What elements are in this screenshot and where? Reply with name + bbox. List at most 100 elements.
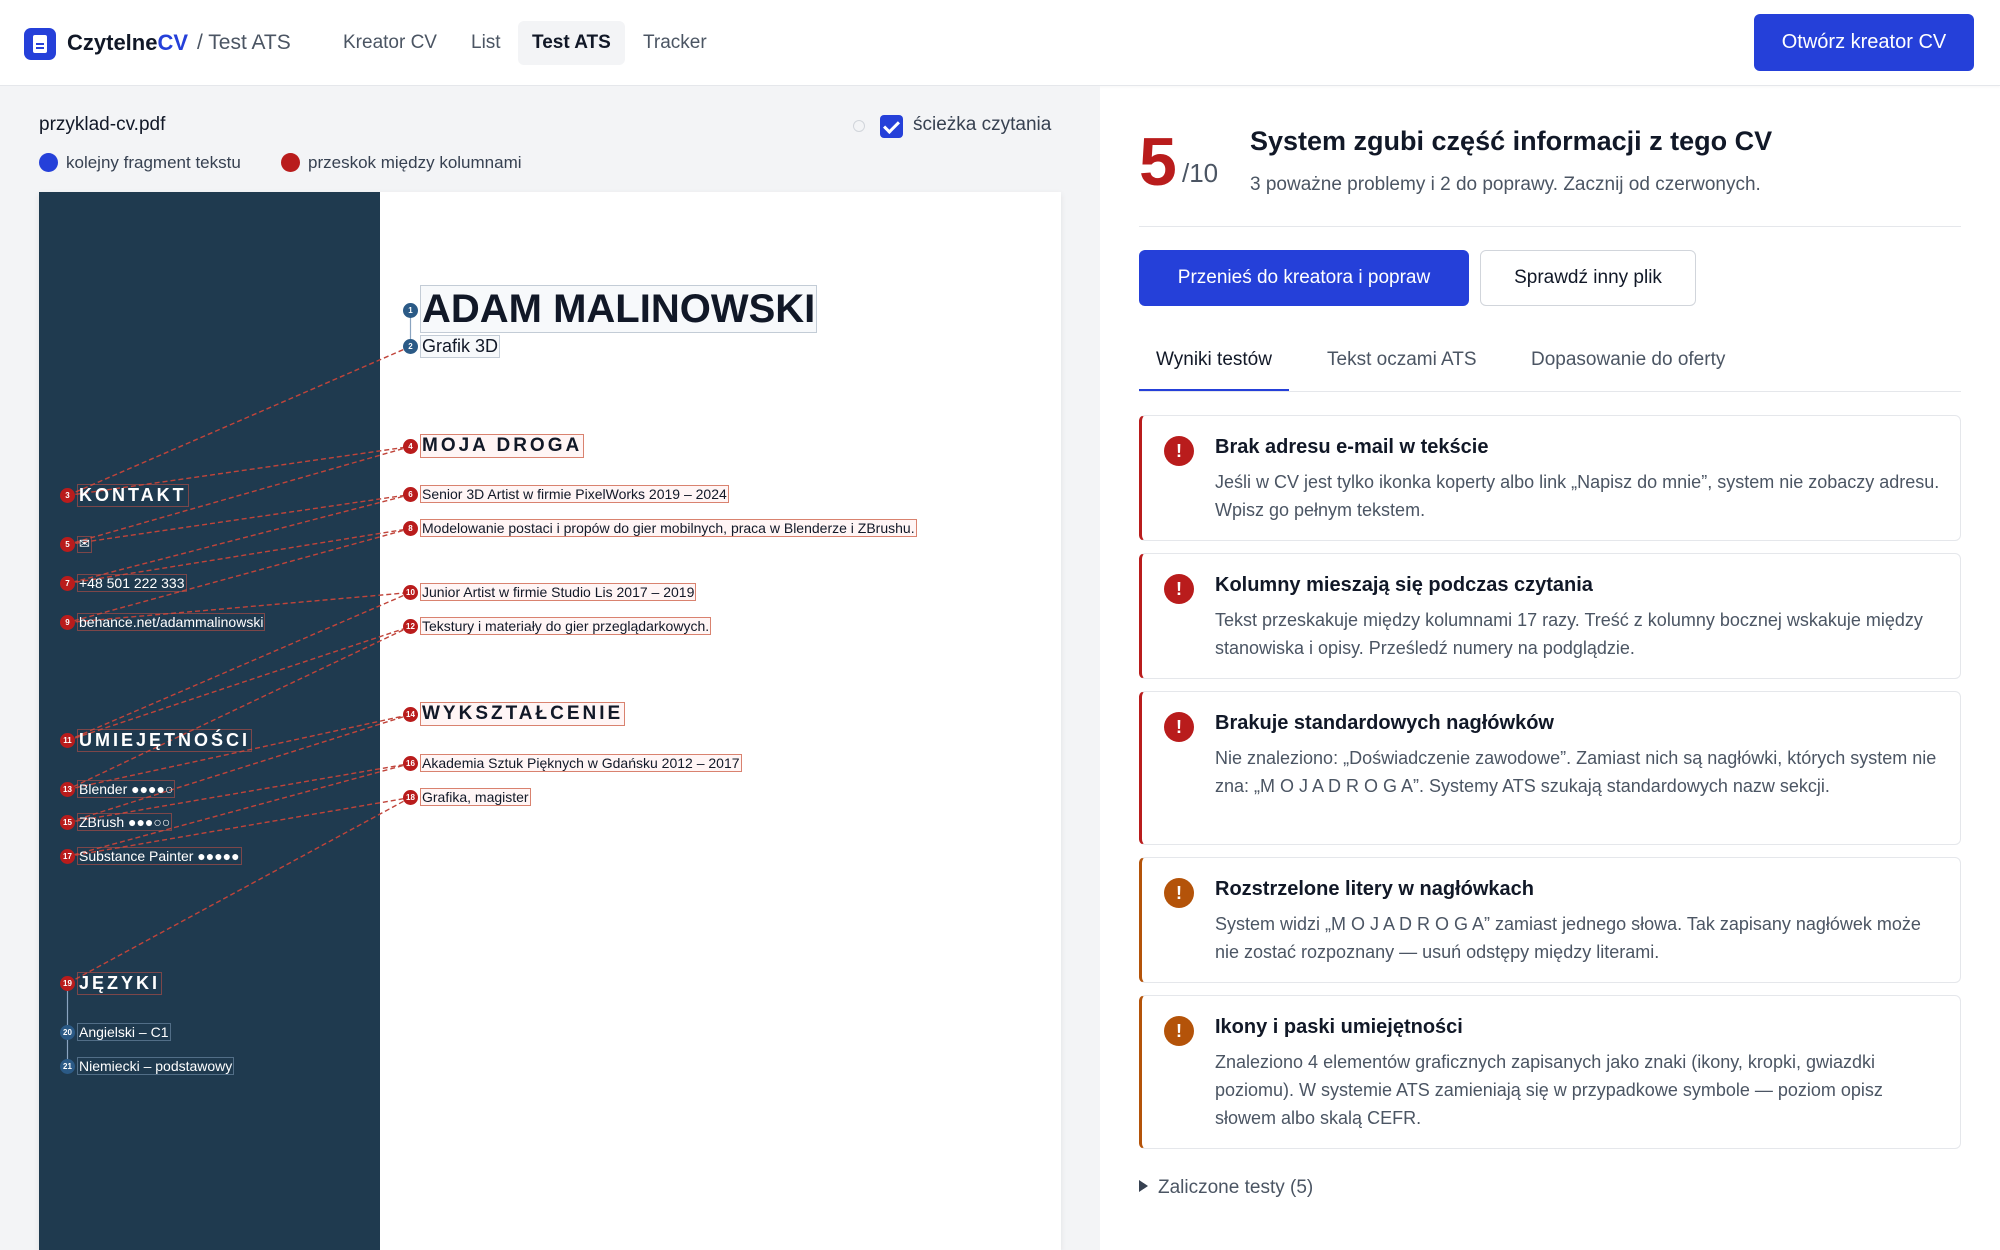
issue-card[interactable]: ! Brakuje standardowych nagłówków Nie znal… [1139, 691, 1961, 845]
score-max: /10 [1182, 158, 1219, 188]
reading-path-segment [67, 345, 411, 497]
result-subtitle: 3 poważne problemy i 2 do poprawy. Zaczn… [1250, 174, 1761, 195]
result-title: System zgubi część informacji z tego CV [1250, 126, 1773, 156]
cv-fragment: ADAM MALINOWSKI [420, 285, 818, 334]
issue-title: Kolumny mieszają się podczas czytania [1215, 574, 1593, 596]
cv-fragment: Angielski – C1 [77, 1023, 171, 1042]
issue-card[interactable]: ! Rozstrzelone litery w nagłówkach System … [1139, 857, 1961, 983]
cv-fragment: JĘZYKI [77, 971, 163, 995]
reading-order-badge: 14 [403, 707, 418, 722]
reading-path-label[interactable]: ścieżka czytania [913, 114, 1051, 136]
reading-order-badge: 7 [60, 576, 75, 591]
alert-icon: ! [1164, 436, 1194, 466]
passed-tests-toggle[interactable]: Zaliczone testy (5) [1139, 1177, 1313, 1199]
issue-card[interactable]: ! Kolumny mieszają się podczas czytania Te… [1139, 553, 1961, 679]
cv-fragment: MOJA DROGA [420, 434, 585, 459]
cv-fragment: UMIEJĘTNOŚCI [77, 728, 253, 752]
reading-order-badge: 20 [60, 1025, 75, 1040]
radio-icon[interactable] [853, 120, 865, 132]
tab-ats-text[interactable]: Tekst oczami ATS [1310, 345, 1494, 391]
reading-path-segment [67, 493, 411, 585]
red-dot-icon [281, 153, 300, 172]
reading-order-badge: 9 [60, 615, 75, 630]
reading-order-badge: 18 [403, 790, 418, 805]
cv-fragment: Blender ●●●●○ [77, 780, 176, 799]
issue-description: Jeśli w CV jest tylko ikonka koperty alb… [1215, 472, 1940, 520]
legend-next: kolejny fragment tekstu [39, 152, 241, 174]
nav-kreator-cv[interactable]: Kreator CV [329, 21, 451, 65]
reading-path-segment [67, 762, 411, 858]
reading-path-segment [67, 625, 411, 742]
triangle-right-icon [1139, 1180, 1148, 1192]
breadcrumb: / Test ATS [197, 31, 291, 54]
issue-title: Rozstrzelone litery w nagłówkach [1215, 878, 1534, 900]
reading-order-badge: 2 [403, 339, 418, 354]
alert-icon: ! [1164, 712, 1194, 742]
issue-title: Brak adresu e-mail w tekście [1215, 436, 1489, 458]
cv-fragment: Grafik 3D [420, 334, 501, 358]
issue-title: Ikony i paski umiejętności [1215, 1016, 1463, 1038]
cv-fragment: behance.net/adammalinowski [77, 613, 266, 632]
reading-path-segment [67, 625, 411, 791]
alert-icon: ! [1164, 878, 1194, 908]
open-creator-button[interactable]: Otwórz kreator CV [1754, 14, 1974, 71]
issue-description: Nie znaleziono: „Doświadczenie zawodowe”… [1215, 748, 1937, 796]
cv-fragment: Junior Artist w firmie Studio Lis 2017 –… [420, 583, 697, 602]
reading-order-badge: 16 [403, 756, 418, 771]
reading-order-badge: 6 [403, 487, 418, 502]
reading-path-checkbox[interactable] [880, 115, 903, 138]
cv-page: 1 ADAM MALINOWSKI 2 Grafik 3D 3 KONTAKT 4 MOJA … [39, 192, 1061, 1250]
score-value: 5 [1139, 124, 1177, 200]
reading-order-badge: 11 [60, 733, 75, 748]
reading-order-badge: 13 [60, 782, 75, 797]
legend-jump: przeskok między kolumnami [281, 152, 522, 174]
issue-card[interactable]: ! Ikony i paski umiejętności Znaleziono 4 … [1139, 995, 1961, 1149]
alert-icon: ! [1164, 1016, 1194, 1046]
document-logo-icon[interactable] [24, 28, 56, 60]
top-navigation: CzytelneCV / Test ATS Kreator CV List Te… [0, 0, 2000, 86]
cv-fragment: ✉ [77, 535, 92, 553]
cv-fragment: Substance Painter ●●●●● [77, 847, 242, 866]
issue-description: Tekst przeskakuje między kolumnami 17 ra… [1215, 610, 1923, 658]
reading-order-badge: 5 [60, 537, 75, 552]
tab-job-match[interactable]: Dopasowanie do oferty [1514, 345, 1742, 391]
cv-preview-panel: przyklad-cv.pdf ścieżka czytania kolejny… [0, 86, 1100, 1250]
reading-order-badge: 3 [60, 488, 75, 503]
nav-list[interactable]: List [457, 21, 515, 65]
issue-card[interactable]: ! Brak adresu e-mail w tekście Jeśli w CV … [1139, 415, 1961, 541]
cv-fragment: Grafika, magister [420, 788, 531, 807]
reading-path-segment [67, 713, 411, 791]
cv-fragment: ZBrush ●●●○○ [77, 813, 173, 832]
divider [1139, 226, 1961, 227]
move-to-creator-button[interactable]: Przenieś do kreatora i popraw [1139, 250, 1469, 306]
issue-title: Brakuje standardowych nagłówków [1215, 712, 1554, 734]
cv-fragment: Niemiecki – podstawowy [77, 1057, 235, 1076]
cv-fragment: KONTAKT [77, 483, 189, 507]
issue-description: System widzi „M O J A D R O G A” zamiast… [1215, 914, 1921, 962]
tab-divider [1139, 391, 1961, 392]
cv-fragment: Senior 3D Artist w firmie PixelWorks 201… [420, 485, 729, 504]
nav-test-ats[interactable]: Test ATS [518, 21, 625, 65]
brand-name[interactable]: CzytelneCV [67, 28, 188, 58]
alert-icon: ! [1164, 574, 1194, 604]
check-other-file-button[interactable]: Sprawdź inny plik [1480, 250, 1696, 306]
cv-fragment: WYKSZTAŁCENIE [420, 702, 626, 727]
reading-order-badge: 12 [403, 619, 418, 634]
reading-order-badge: 19 [60, 976, 75, 991]
reading-order-badge: 21 [60, 1059, 75, 1074]
reading-order-badge: 4 [403, 439, 418, 454]
blue-dot-icon [39, 153, 58, 172]
cv-fragment: Akademia Sztuk Pięknych w Gdańsku 2012 –… [420, 754, 742, 773]
tab-test-results[interactable]: Wyniki testów [1139, 345, 1289, 391]
reading-order-badge: 15 [60, 815, 75, 830]
reading-order-badge: 17 [60, 849, 75, 864]
issue-description: Znaleziono 4 elementów graficznych zapis… [1215, 1052, 1883, 1128]
file-name: przyklad-cv.pdf [39, 114, 166, 135]
reading-order-badge: 10 [403, 585, 418, 600]
cv-fragment: +48 501 222 333 [77, 574, 187, 593]
reading-order-badge: 8 [403, 521, 418, 536]
nav-tracker[interactable]: Tracker [629, 21, 721, 65]
cv-fragment: Modelowanie postaci i propów do gier mob… [420, 519, 917, 538]
reading-order-badge: 1 [403, 303, 418, 318]
cv-fragment: Tekstury i materiały do gier przeglądark… [420, 617, 712, 636]
